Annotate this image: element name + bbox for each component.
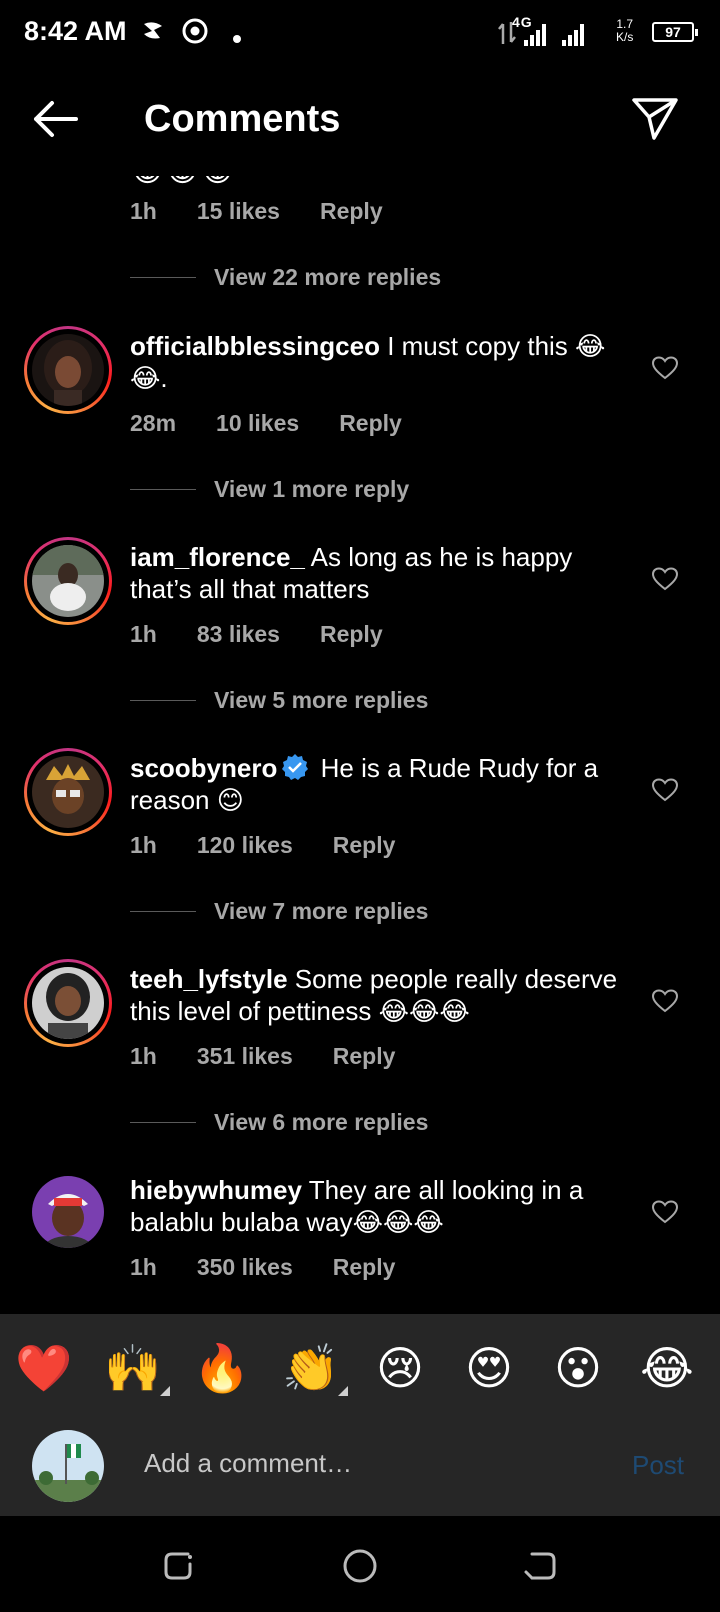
view-more-replies[interactable]: View 5 more replies xyxy=(130,687,428,714)
reply-button[interactable]: Reply xyxy=(320,198,383,225)
verified-badge-icon xyxy=(281,753,309,781)
comment-username[interactable]: scoobynero xyxy=(130,753,277,783)
comment-time: 1h xyxy=(130,832,157,858)
view-more-replies[interactable]: View 22 more replies xyxy=(130,264,441,291)
emoji-heart-button[interactable]: ❤️ xyxy=(14,1338,74,1398)
comment-text: teeh_lyfstyle Some people really deserve… xyxy=(130,963,620,1027)
avatar[interactable] xyxy=(24,959,112,1047)
comment-text: iam_florence_ As long as he is happy tha… xyxy=(130,541,620,605)
comment-meta: 1h 120 likes Reply xyxy=(130,832,395,859)
comment-username[interactable]: hiebywhumey xyxy=(130,1175,302,1205)
heart-icon[interactable] xyxy=(651,989,679,1013)
emoji-fire-button[interactable]: 🔥 xyxy=(192,1338,252,1398)
reply-button[interactable]: Reply xyxy=(333,832,396,859)
comment-time: 1h xyxy=(130,1043,157,1069)
comment-meta: 1h 350 likes Reply xyxy=(130,1254,395,1281)
comment-time: 1h xyxy=(130,621,157,647)
divider xyxy=(130,700,196,701)
status-time: 8:42 AM xyxy=(24,16,127,46)
emoji-clap-button[interactable]: 👏 xyxy=(281,1338,341,1398)
emoji-laughing-button[interactable]: 😂 xyxy=(637,1338,697,1398)
comment-meta: 1h 351 likes Reply xyxy=(130,1043,395,1070)
skin-tone-indicator-icon xyxy=(338,1386,348,1396)
comment-username[interactable]: officialbblessingceo xyxy=(130,331,380,361)
heart-icon[interactable] xyxy=(651,778,679,802)
back-nav-icon[interactable] xyxy=(520,1546,560,1586)
battery-indicator: 97 xyxy=(652,22,698,42)
view-more-replies[interactable]: View 6 more replies xyxy=(130,1109,428,1136)
avatar[interactable] xyxy=(24,537,112,625)
emoji-heart-eyes-button[interactable]: 😍 xyxy=(459,1338,519,1398)
comment-likes[interactable]: 83 likes xyxy=(197,621,280,648)
emoji-raised-hands-button[interactable]: 🙌 xyxy=(103,1338,163,1398)
system-navigation-bar xyxy=(0,1516,720,1612)
skin-tone-indicator-icon xyxy=(160,1386,170,1396)
reply-button[interactable]: Reply xyxy=(333,1254,396,1281)
divider xyxy=(130,1122,196,1123)
divider xyxy=(130,277,196,278)
recent-apps-icon[interactable] xyxy=(160,1546,200,1586)
notification-app-icon xyxy=(140,18,166,50)
avatar[interactable] xyxy=(32,1176,104,1248)
reply-button[interactable]: Reply xyxy=(320,621,383,648)
own-avatar xyxy=(32,1430,104,1502)
comment-likes[interactable]: 15 likes xyxy=(197,198,280,225)
emoji-crying-button[interactable]: 😢 xyxy=(370,1338,430,1398)
comment-text: scoobynero He is a Rude Rudy for a reaso… xyxy=(130,752,620,816)
signal-1-icon xyxy=(524,20,546,46)
comment-likes[interactable]: 350 likes xyxy=(197,1254,293,1281)
post-button[interactable]: Post xyxy=(632,1450,684,1481)
status-bar: 8:42 AM 4G 1.7 K/s 97 xyxy=(0,0,720,66)
comment-likes[interactable]: 10 likes xyxy=(216,410,299,437)
heart-icon[interactable] xyxy=(651,567,679,591)
comment-meta: 1h 15 likes Reply xyxy=(130,198,383,225)
comment-input-row: Post xyxy=(0,1418,720,1516)
divider xyxy=(130,911,196,912)
home-icon[interactable] xyxy=(340,1546,380,1586)
reply-button[interactable]: Reply xyxy=(333,1043,396,1070)
comment-username[interactable]: iam_florence_ xyxy=(130,542,305,572)
comment-likes[interactable]: 120 likes xyxy=(197,832,293,859)
page-title: Comments xyxy=(144,98,341,140)
comments-header: Comments xyxy=(0,66,720,176)
comment-username[interactable]: teeh_lyfstyle xyxy=(130,964,288,994)
comment-meta: 28m 10 likes Reply xyxy=(130,410,402,437)
comment-text: hiebywhumey They are all looking in a ba… xyxy=(130,1174,620,1238)
comment-time: 28m xyxy=(130,410,177,436)
heart-icon[interactable] xyxy=(651,356,679,380)
notification-dot-icon xyxy=(232,24,242,50)
signal-2-icon xyxy=(562,20,584,46)
avatar[interactable] xyxy=(24,326,112,414)
reply-button[interactable]: Reply xyxy=(339,410,402,437)
comment-list[interactable]: 😂😂😂 1h 15 likes Reply View 22 more repli… xyxy=(0,160,720,1314)
emoji-surprised-button[interactable]: 😮 xyxy=(548,1338,608,1398)
quick-emoji-bar: ❤️ 🙌 🔥 👏 😢 😍 😮 😂 xyxy=(0,1314,720,1418)
chrome-icon xyxy=(182,18,208,50)
avatar[interactable] xyxy=(24,748,112,836)
view-more-replies[interactable]: View 7 more replies xyxy=(130,898,428,925)
view-more-replies[interactable]: View 1 more reply xyxy=(130,476,409,503)
paper-plane-icon[interactable] xyxy=(630,94,680,144)
comment-input[interactable] xyxy=(144,1448,584,1479)
network-speed: 1.7 K/s xyxy=(616,17,634,44)
heart-icon[interactable] xyxy=(651,1200,679,1224)
comment-likes[interactable]: 351 likes xyxy=(197,1043,293,1070)
comment-time: 1h xyxy=(130,1254,157,1280)
arrow-left-icon[interactable] xyxy=(28,96,82,142)
comment-time: 1h xyxy=(130,198,157,224)
divider xyxy=(130,489,196,490)
comment-text: officialbblessingceo I must copy this 😂😂… xyxy=(130,330,620,394)
comment-meta: 1h 83 likes Reply xyxy=(130,621,383,648)
